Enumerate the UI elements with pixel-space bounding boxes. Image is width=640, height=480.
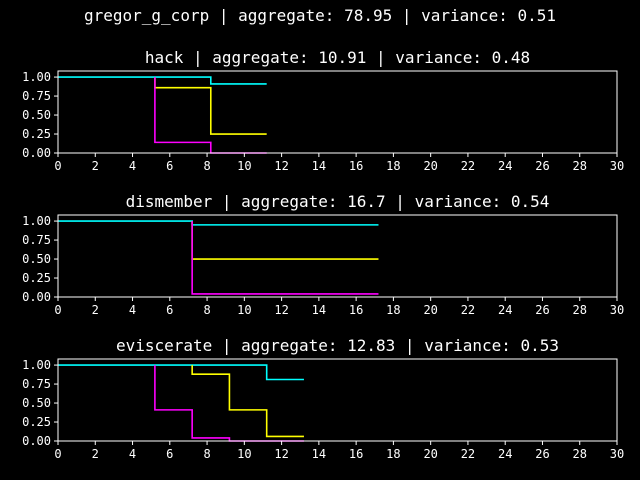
x-tick-label: 12 [274,159,288,173]
x-tick-label: 22 [461,303,475,317]
y-tick-label: 0.00 [22,146,51,160]
y-tick-label: 1.00 [22,214,51,228]
x-tick-label: 18 [386,447,400,461]
x-tick-label: 6 [166,303,173,317]
x-tick-label: 30 [610,159,624,173]
x-tick-label: 26 [535,303,549,317]
x-tick-label: 10 [237,159,251,173]
x-tick-label: 6 [166,447,173,461]
x-tick-label: 12 [274,447,288,461]
x-tick-label: 8 [203,447,210,461]
series-line-1 [58,220,379,226]
y-tick-label: 0.25 [22,127,51,141]
x-tick-label: 20 [423,447,437,461]
x-tick-label: 0 [54,159,61,173]
x-tick-label: 22 [461,447,475,461]
x-tick-label: 30 [610,447,624,461]
y-tick-label: 0.50 [22,108,51,122]
y-tick-label: 0.00 [22,290,51,304]
y-tick-label: 0.75 [22,233,51,247]
x-tick-label: 10 [237,447,251,461]
series-line-2 [191,365,304,438]
x-tick-label: 18 [386,303,400,317]
x-tick-label: 30 [610,303,624,317]
x-tick-label: 2 [92,447,99,461]
x-tick-label: 14 [312,447,326,461]
y-tick-label: 0.25 [22,271,51,285]
x-tick-label: 20 [423,303,437,317]
x-tick-label: 16 [349,447,363,461]
subplot-title: eviscerate | aggregate: 12.83 | variance… [116,336,559,355]
x-tick-label: 8 [203,159,210,173]
x-tick-label: 14 [312,159,326,173]
x-tick-label: 2 [92,159,99,173]
subplot-title: dismember | aggregate: 16.7 | variance: … [126,192,550,211]
x-tick-label: 12 [274,303,288,317]
x-tick-label: 8 [203,303,210,317]
x-tick-label: 0 [54,303,61,317]
subplot-1: hack | aggregate: 10.91 | variance: 0.48… [22,48,624,173]
axes-frame [57,358,618,442]
x-tick-label: 2 [92,303,99,317]
y-tick-label: 0.75 [22,377,51,391]
figure-canvas: hack | aggregate: 10.91 | variance: 0.48… [22,48,624,461]
axes-frame [57,214,618,298]
x-tick-label: 4 [129,159,136,173]
series-line-3 [191,221,379,295]
x-tick-label: 18 [386,159,400,173]
x-tick-label: 28 [573,159,587,173]
y-tick-label: 0.50 [22,396,51,410]
axes-frame [57,70,618,154]
x-tick-label: 24 [498,303,512,317]
y-tick-label: 1.00 [22,358,51,372]
y-tick-label: 0.75 [22,89,51,103]
x-tick-label: 22 [461,159,475,173]
x-tick-label: 16 [349,159,363,173]
subplot-3: eviscerate | aggregate: 12.83 | variance… [22,336,624,461]
x-tick-label: 4 [129,303,136,317]
x-tick-label: 26 [535,159,549,173]
series-line-1 [58,76,267,85]
subplot-2: dismember | aggregate: 16.7 | variance: … [22,192,624,317]
x-tick-label: 14 [312,303,326,317]
x-tick-label: 24 [498,159,512,173]
x-tick-label: 24 [498,447,512,461]
x-tick-label: 6 [166,159,173,173]
x-tick-label: 28 [573,303,587,317]
x-tick-label: 16 [349,303,363,317]
x-tick-label: 10 [237,303,251,317]
series-line-1 [58,364,304,381]
x-tick-label: 26 [535,447,549,461]
y-tick-label: 0.00 [22,434,51,448]
series-line-2 [154,77,267,135]
x-tick-label: 20 [423,159,437,173]
subplot-title: hack | aggregate: 10.91 | variance: 0.48 [145,48,530,67]
x-tick-label: 0 [54,447,61,461]
y-tick-label: 0.25 [22,415,51,429]
x-tick-label: 28 [573,447,587,461]
y-tick-label: 0.50 [22,252,51,266]
y-tick-label: 1.00 [22,70,51,84]
series-line-2 [191,221,379,260]
x-tick-label: 4 [129,447,136,461]
